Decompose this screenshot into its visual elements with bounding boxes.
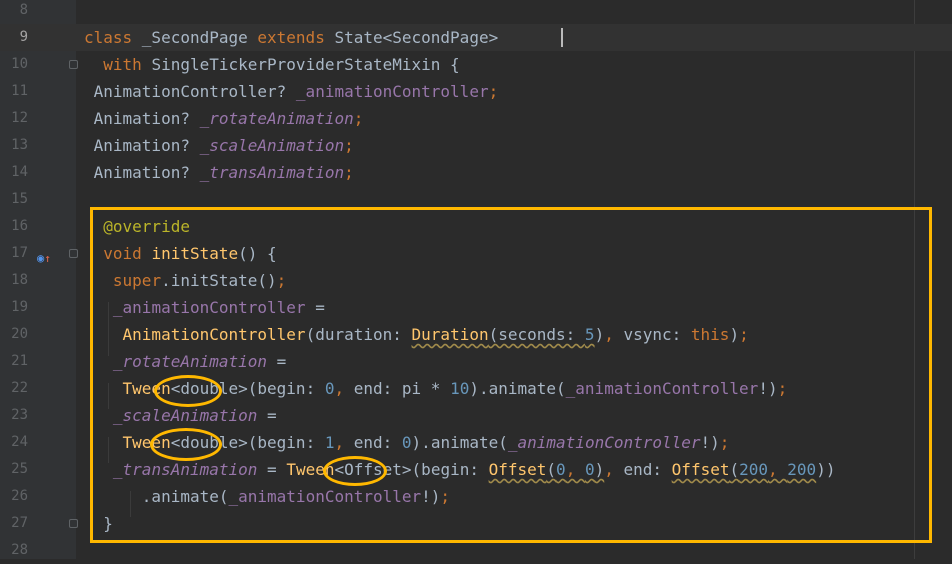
line-number[interactable]: 23 [0, 402, 28, 429]
code-text[interactable]: Animation? _scaleAnimation; [84, 132, 354, 159]
code-editor[interactable]: 8 9 class _SecondPage extends State<Second… [0, 0, 952, 559]
line-number[interactable]: 15 [0, 186, 28, 213]
code-token: State<SecondPage> [334, 28, 499, 47]
line-number[interactable]: 16 [0, 213, 28, 240]
code-token: Animation? [84, 109, 200, 128]
code-text[interactable]: class _SecondPage extends State<SecondPa… [84, 24, 498, 51]
code-line[interactable]: 8 [0, 0, 952, 24]
code-text[interactable]: with SingleTickerProviderStateMixin { [84, 51, 460, 78]
line-number[interactable]: 18 [0, 267, 28, 294]
line-number[interactable]: 12 [0, 105, 28, 132]
code-token: Animation? [84, 136, 200, 155]
code-line[interactable]: 13 Animation? _scaleAnimation; [0, 132, 952, 159]
code-token: ; [488, 82, 499, 101]
fold-marker-icon[interactable] [69, 249, 78, 258]
code-token: ; [344, 136, 354, 155]
code-token: SingleTickerProviderStateMixin { [151, 55, 460, 74]
line-number[interactable]: 8 [0, 0, 28, 24]
code-token: _scaleAnimation [199, 136, 345, 155]
highlight-ellipse [323, 456, 387, 486]
line-number[interactable]: 9 [0, 24, 28, 51]
code-text[interactable]: Animation? _transAnimation; [84, 159, 354, 186]
code-token: extends [257, 28, 335, 47]
code-token: ; [344, 163, 354, 182]
line-number[interactable]: 21 [0, 348, 28, 375]
line-number[interactable]: 22 [0, 375, 28, 402]
code-line[interactable]: 14 Animation? _transAnimation; [0, 159, 952, 186]
code-token: _animationController [295, 82, 489, 101]
code-line[interactable]: 12 Animation? _rotateAnimation; [0, 105, 952, 132]
code-line[interactable]: 10 with SingleTickerProviderStateMixin { [0, 51, 952, 78]
line-number[interactable]: 25 [0, 456, 28, 483]
line-number[interactable]: 19 [0, 294, 28, 321]
line-number[interactable]: 24 [0, 429, 28, 456]
code-text[interactable]: AnimationController? _animationControlle… [84, 78, 499, 105]
code-token: class [84, 28, 142, 47]
line-number[interactable]: 17 [0, 240, 28, 267]
fold-marker-icon[interactable] [69, 519, 78, 528]
code-token: _transAnimation [199, 163, 345, 182]
code-token: _SecondPage [141, 28, 258, 47]
code-token: AnimationController? [84, 82, 296, 101]
line-number[interactable]: 11 [0, 78, 28, 105]
code-text[interactable]: Animation? _rotateAnimation; [84, 105, 364, 132]
text-caret [561, 28, 563, 47]
fold-marker-icon[interactable] [69, 60, 78, 69]
code-token: Animation? [84, 163, 200, 182]
line-number[interactable]: 28 [0, 537, 28, 564]
highlight-ellipse [154, 375, 222, 407]
line-number[interactable]: 10 [0, 51, 28, 78]
line-number[interactable]: 14 [0, 159, 28, 186]
code-token: ; [353, 109, 364, 128]
code-token: _rotateAnimation [199, 109, 354, 128]
code-line[interactable]: 9 class _SecondPage extends State<SecondP… [0, 24, 952, 51]
highlight-box [90, 207, 932, 543]
line-number[interactable]: 20 [0, 321, 28, 348]
code-token: with [103, 55, 152, 74]
code-line[interactable]: 11 AnimationController? _animationContro… [0, 78, 952, 105]
line-number[interactable]: 27 [0, 510, 28, 537]
line-number[interactable]: 26 [0, 483, 28, 510]
line-number[interactable]: 13 [0, 132, 28, 159]
highlight-ellipse [150, 428, 222, 461]
